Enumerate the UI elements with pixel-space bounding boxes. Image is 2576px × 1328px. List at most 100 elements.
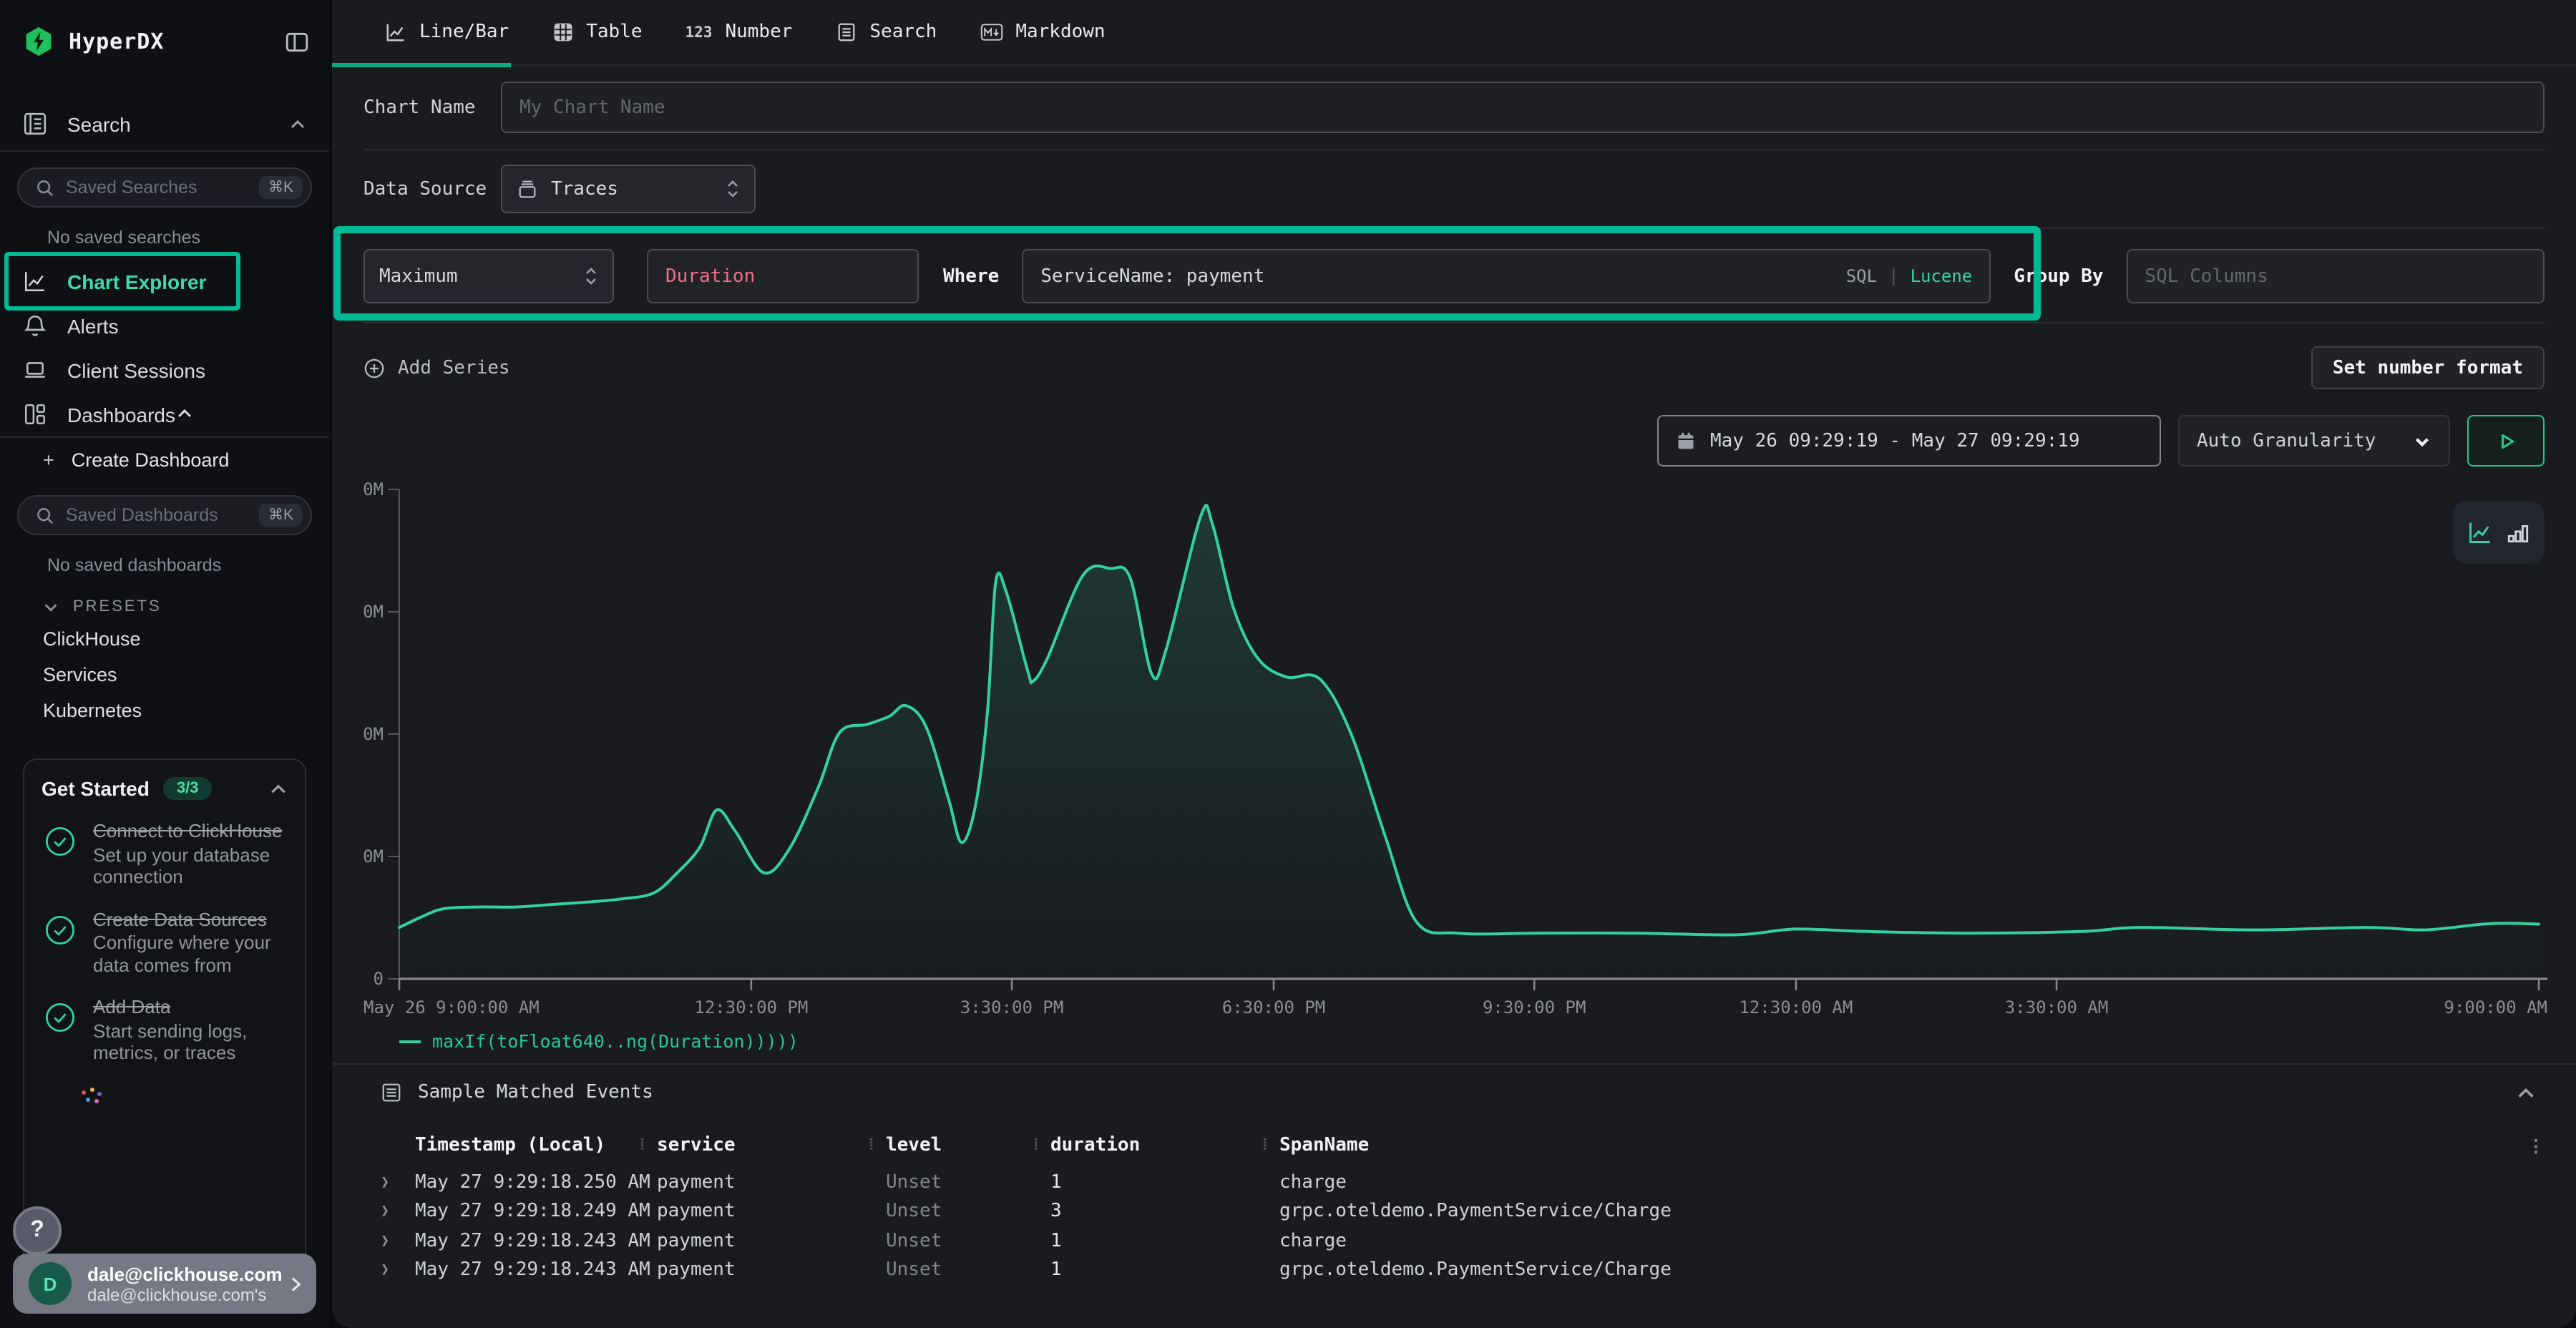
add-series-button[interactable]: Add Series xyxy=(364,357,510,379)
presets-toggle[interactable]: PRESETS xyxy=(0,587,329,621)
aggregation-select[interactable]: Maximum xyxy=(364,249,614,303)
chart-legend: maxIf(toFloat640..ng(Duration))))) xyxy=(399,1030,2545,1052)
search-icon xyxy=(36,506,54,524)
chevron-up-icon xyxy=(175,403,192,426)
field-input[interactable]: Duration xyxy=(647,249,919,303)
column-separator-icon: ⁞ xyxy=(1033,1135,1038,1153)
create-dashboard-label: Create Dashboard xyxy=(72,449,230,471)
chevron-up-icon xyxy=(289,115,306,132)
tab-search-label: Search xyxy=(869,21,937,43)
data-source-select[interactable]: Traces xyxy=(501,165,756,213)
cell-service: payment xyxy=(657,1260,886,1281)
chart-name-input[interactable]: My Chart Name xyxy=(501,82,2545,133)
table-row[interactable]: ❯ May 27 9:29:18.250 AM payment Unset 1 … xyxy=(381,1168,2545,1197)
preset-clickhouse[interactable]: ClickHouse xyxy=(0,621,329,657)
col-timestamp[interactable]: Timestamp (Local) xyxy=(415,1135,657,1156)
cell-service: payment xyxy=(657,1172,886,1193)
check-circle-icon xyxy=(44,826,76,857)
where-input[interactable]: ServiceName: payment SQL | Lucene xyxy=(1022,249,1991,303)
get-started-title: Get Started xyxy=(42,777,150,800)
expand-row-icon[interactable]: ❯ xyxy=(381,1234,415,1249)
svg-text:150M: 150M xyxy=(364,846,384,866)
get-started-progress-badge: 3/3 xyxy=(164,777,212,800)
bar-chart-toggle-icon[interactable] xyxy=(2506,520,2530,545)
set-number-format-button[interactable]: Set number format xyxy=(2311,346,2545,389)
collapse-section-icon[interactable] xyxy=(2516,1083,2545,1103)
line-chart-icon xyxy=(385,21,406,43)
expand-row-icon[interactable]: ❯ xyxy=(381,1175,415,1191)
get-started-item-partially-hidden xyxy=(42,1087,288,1104)
main-panel: Line/Bar Table 123 Number Search Markdow… xyxy=(332,0,2576,1328)
document-list-icon xyxy=(835,21,857,43)
saved-dashboards-placeholder: Saved Dashboards xyxy=(66,505,260,525)
tab-markdown[interactable]: Markdown xyxy=(958,0,1126,64)
col-service[interactable]: ⁞service xyxy=(657,1135,886,1156)
check-circle-icon xyxy=(44,914,76,945)
get-started-item-subtitle: Configure where your data comes from xyxy=(93,932,288,976)
cell-level: Unset xyxy=(886,1172,1050,1193)
app: HyperDX Search Saved Searches ⌘K No save… xyxy=(0,0,2576,1328)
cell-level: Unset xyxy=(886,1260,1050,1281)
table-options-kebab-icon[interactable]: ⋮ xyxy=(2527,1136,2545,1156)
table-row[interactable]: ❯ May 27 9:29:18.249 AM payment Unset 3 … xyxy=(381,1197,2545,1226)
collapse-sidebar-icon[interactable] xyxy=(285,29,309,54)
col-level[interactable]: ⁞level xyxy=(886,1135,1050,1156)
sidebar-item-alerts[interactable]: Alerts xyxy=(0,303,329,348)
laptop-icon xyxy=(23,358,47,382)
group-by-input[interactable]: SQL Columns xyxy=(2127,249,2545,303)
no-saved-dashboards-text: No saved dashboards xyxy=(0,544,329,587)
granularity-select[interactable]: Auto Granularity xyxy=(2178,415,2450,467)
table-header-row: Timestamp (Local) ⁞service ⁞level ⁞durat… xyxy=(381,1126,2545,1168)
preset-kubernetes[interactable]: Kubernetes xyxy=(0,693,329,728)
lucene-mode-button[interactable]: Lucene xyxy=(1911,266,1973,286)
cell-spanname: charge xyxy=(1279,1231,2513,1252)
svg-text:9:00:00 AM: 9:00:00 AM xyxy=(2444,997,2548,1017)
tab-number[interactable]: 123 Number xyxy=(664,0,814,64)
tab-line-bar[interactable]: Line/Bar xyxy=(364,0,530,64)
col-spanname[interactable]: ⁞SpanName xyxy=(1279,1135,2513,1156)
sidebar: HyperDX Search Saved Searches ⌘K No save… xyxy=(0,0,329,1328)
view-tabbar: Line/Bar Table 123 Number Search Markdow… xyxy=(332,0,2576,66)
table-row[interactable]: ❯ May 27 9:29:18.243 AM payment Unset 1 … xyxy=(381,1226,2545,1256)
sidebar-item-client-sessions-label: Client Sessions xyxy=(67,358,205,381)
create-dashboard-button[interactable]: + Create Dashboard xyxy=(0,438,329,479)
sidebar-item-dashboards-label: Dashboards xyxy=(67,403,175,426)
table-row[interactable]: ❯ May 27 9:29:18.243 AM payment Unset 1 … xyxy=(381,1256,2545,1285)
cell-duration: 3 xyxy=(1050,1201,1279,1223)
tab-table-label: Table xyxy=(586,21,642,43)
data-source-label: Data Source xyxy=(364,178,501,200)
saved-searches-input[interactable]: Saved Searches ⌘K xyxy=(17,167,312,208)
divider xyxy=(0,150,329,152)
tab-table[interactable]: Table xyxy=(530,0,663,64)
saved-dashboards-input[interactable]: Saved Dashboards ⌘K xyxy=(17,495,312,535)
user-email: dale@clickhouse.com xyxy=(87,1263,282,1284)
chevron-up-icon[interactable] xyxy=(269,779,288,798)
chart-name-row: Chart Name My Chart Name xyxy=(364,66,2545,149)
line-chart-toggle-icon[interactable] xyxy=(2467,519,2493,545)
get-started-item[interactable]: Add Data Start sending logs, metrics, or… xyxy=(42,996,288,1064)
get-started-item[interactable]: Connect to ClickHouse Set up your databa… xyxy=(42,820,288,888)
presets-label: PRESETS xyxy=(73,598,162,615)
col-duration[interactable]: ⁞duration xyxy=(1050,1135,1279,1156)
help-button[interactable]: ? xyxy=(13,1206,62,1255)
get-started-item[interactable]: Create Data Sources Configure where your… xyxy=(42,908,288,976)
svg-text:May 26 9:00:00 AM: May 26 9:00:00 AM xyxy=(364,997,540,1017)
preset-services[interactable]: Services xyxy=(0,657,329,693)
select-updown-icon xyxy=(726,179,740,199)
column-separator-icon: ⁞ xyxy=(640,1135,645,1153)
cell-spanname: grpc.oteldemo.PaymentService/Charge xyxy=(1279,1260,2513,1281)
expand-row-icon[interactable]: ❯ xyxy=(381,1263,415,1279)
tab-search[interactable]: Search xyxy=(814,0,958,64)
saved-searches-placeholder: Saved Searches xyxy=(66,177,260,197)
expand-row-icon[interactable]: ❯ xyxy=(381,1204,415,1220)
sidebar-item-client-sessions[interactable]: Client Sessions xyxy=(0,348,329,392)
timeseries-chart[interactable]: 0150M300M450M600MMay 26 9:00:00 AM12:30:… xyxy=(364,481,2547,1022)
sql-mode-button[interactable]: SQL xyxy=(1846,266,1877,286)
number-123-icon: 123 xyxy=(686,24,713,41)
date-range-input[interactable]: May 26 09:29:19 - May 27 09:29:19 xyxy=(1657,415,2161,467)
sidebar-item-chart-explorer[interactable]: Chart Explorer xyxy=(0,259,329,303)
run-query-button[interactable] xyxy=(2467,415,2545,467)
user-menu[interactable]: D dale@clickhouse.com dale@clickhouse.co… xyxy=(13,1254,316,1314)
sidebar-section-search[interactable]: Search xyxy=(0,97,329,150)
sidebar-item-dashboards[interactable]: Dashboards xyxy=(0,392,329,436)
